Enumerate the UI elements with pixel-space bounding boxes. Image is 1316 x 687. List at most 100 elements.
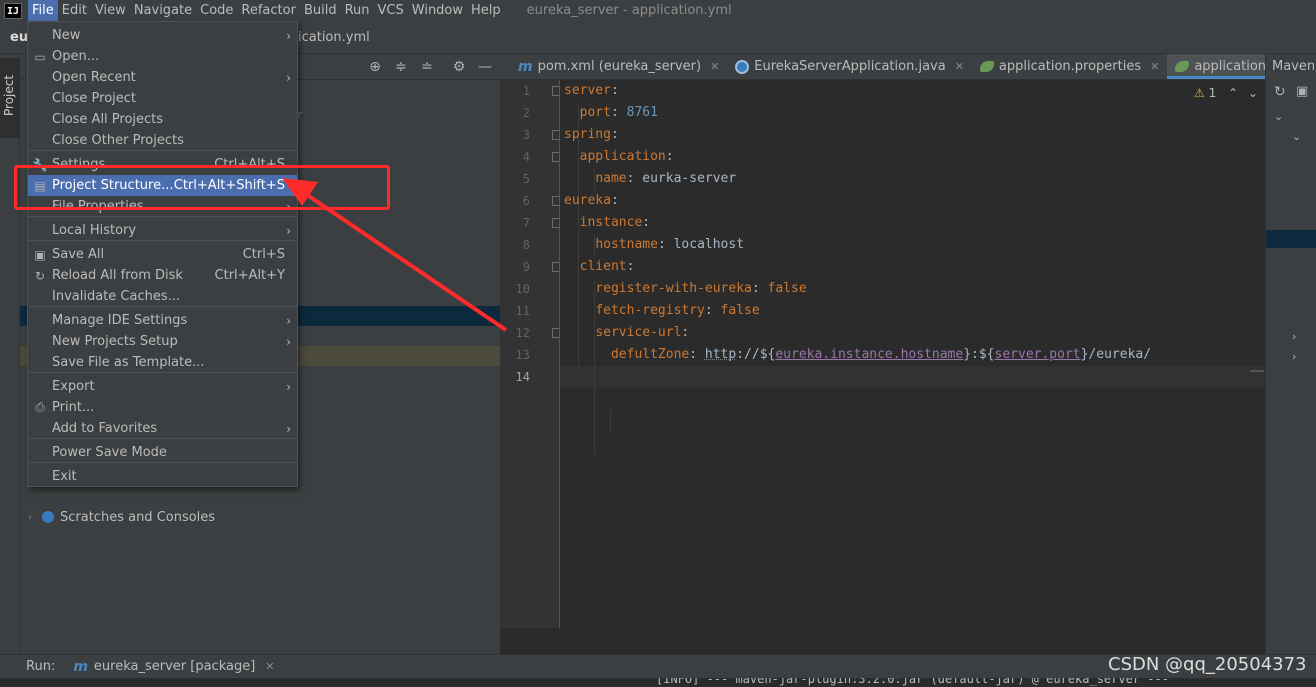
code-line: port: 8761	[564, 102, 658, 124]
gear-icon[interactable]: ⚙	[450, 58, 468, 76]
chevron-down-icon[interactable]: ⌄	[1248, 86, 1258, 100]
project-tool-tab[interactable]: Project	[0, 58, 20, 138]
menu-vcs[interactable]: VCS	[374, 0, 408, 21]
yaml-url: }/eureka/	[1080, 347, 1152, 362]
menu-item-label: Invalidate Caches...	[52, 289, 181, 304]
menu-help[interactable]: Help	[467, 0, 505, 21]
menu-code[interactable]: Code	[196, 0, 237, 21]
console-line: [INFO] --- maven-jar-plugin:3.2.0:jar (d…	[656, 678, 1169, 686]
menu-bar: IJ File Edit View Navigate Code Refactor…	[0, 0, 1316, 21]
menu-navigate[interactable]: Navigate	[130, 0, 196, 21]
chevron-down-icon[interactable]: ⌄	[1274, 110, 1283, 123]
code-line: name: eurka-server	[564, 168, 736, 190]
menu-item-label: Power Save Mode	[52, 445, 167, 460]
chevron-right-icon[interactable]: ›	[1292, 330, 1296, 343]
chevron-right-icon[interactable]: ›	[28, 512, 32, 523]
run-tab-label: eureka_server [package]	[93, 659, 256, 674]
line-number: 9	[522, 260, 530, 274]
menu-item-add-to-favorites[interactable]: Add to Favorites ›	[28, 418, 297, 439]
menu-item-manage-ide-settings[interactable]: Manage IDE Settings ›	[28, 310, 297, 331]
code-editor[interactable]: 1 2 3 4 5 6 7 8 9 10 11 12 13 14 server: port: 8761 sp…	[500, 80, 1265, 654]
menu-item-reload-all-from-disk[interactable]: ↻ Reload All from Disk Ctrl+Alt+Y	[28, 265, 297, 286]
watermark: CSDN @qq_20504373	[1108, 654, 1307, 675]
menu-refactor[interactable]: Refactor	[237, 0, 300, 21]
line-number: 3	[522, 128, 530, 142]
menu-view[interactable]: View	[91, 0, 130, 21]
menu-item-save-all[interactable]: ▣ Save All Ctrl+S	[28, 244, 297, 265]
indent-guide	[610, 410, 611, 432]
tab-pom-xml[interactable]: m pom.xml (eureka_server) ✕	[500, 54, 727, 79]
menu-item-close-project[interactable]: Close Project	[28, 88, 297, 109]
menu-item-save-file-as-template[interactable]: Save File as Template...	[28, 352, 297, 373]
tab-eureka-server-application[interactable]: EurekaServerApplication.java ✕	[727, 54, 972, 79]
maven-tree-selected-row[interactable]	[1266, 230, 1316, 248]
chevron-up-icon[interactable]: ⌃	[1228, 86, 1238, 100]
menu-window[interactable]: Window	[408, 0, 467, 21]
menu-item-new-projects-setup[interactable]: New Projects Setup ›	[28, 331, 297, 352]
refresh-icon[interactable]: ↻	[1274, 84, 1286, 100]
menu-item-close-other-projects[interactable]: Close Other Projects	[28, 130, 297, 151]
yaml-key: service-url	[595, 325, 682, 340]
close-icon[interactable]: ✕	[955, 60, 964, 73]
locate-icon[interactable]: ⊕	[366, 58, 384, 76]
console-output: [INFO] --- maven-jar-plugin:3.2.0:jar (d…	[0, 678, 1316, 687]
menu-item-label: New Projects Setup	[52, 334, 178, 349]
spring-icon	[1175, 61, 1190, 72]
yaml-url: ://${	[736, 347, 776, 362]
add-icon[interactable]: ▣	[1296, 84, 1308, 99]
inspection-widget[interactable]: ⚠ 1 ⌃ ⌄	[1194, 86, 1258, 100]
close-icon[interactable]: ✕	[710, 60, 719, 73]
yaml-key: defultZone	[610, 347, 690, 362]
menu-item-exit[interactable]: Exit	[28, 466, 297, 487]
yaml-key: eureka	[564, 193, 611, 208]
menu-file[interactable]: File	[28, 0, 58, 21]
close-icon[interactable]: ✕	[1150, 60, 1159, 73]
class-icon	[735, 59, 750, 74]
code-area[interactable]: server: port: 8761 spring: application: n…	[560, 80, 1265, 628]
collapse-all-icon[interactable]: ≐	[418, 58, 436, 76]
menu-build[interactable]: Build	[300, 0, 341, 21]
menu-item-close-all-projects[interactable]: Close All Projects	[28, 109, 297, 130]
tab-label: pom.xml (eureka_server)	[537, 59, 702, 74]
maven-panel: Maven ↻ ▣ ⌄ ⌄ › ›	[1265, 54, 1316, 654]
line-number: 5	[522, 172, 530, 186]
close-icon[interactable]: ✕	[265, 660, 274, 673]
chevron-right-icon[interactable]: ›	[1292, 350, 1296, 363]
breadcrumb-file[interactable]: ication.yml	[298, 30, 370, 45]
menu-item-label: Local History	[52, 223, 137, 238]
yaml-key: hostname	[595, 237, 658, 252]
tab-application-properties[interactable]: application.properties ✕	[972, 54, 1167, 79]
menu-item-power-save-mode[interactable]: Power Save Mode	[28, 442, 297, 463]
chevron-right-icon: ›	[286, 421, 291, 436]
menu-item-new[interactable]: New ›	[28, 25, 297, 46]
menu-item-label: Print...	[52, 400, 95, 415]
maven-panel-title[interactable]: Maven	[1272, 59, 1315, 74]
yaml-separator: :	[610, 193, 619, 208]
reload-icon: ↻	[34, 268, 46, 283]
menu-item-open-recent[interactable]: Open Recent ›	[28, 67, 297, 88]
menu-edit[interactable]: Edit	[58, 0, 91, 21]
menu-item-label: Close Other Projects	[52, 133, 184, 148]
minimize-icon[interactable]: —	[476, 58, 494, 76]
menu-item-label: Exit	[52, 469, 77, 484]
menu-item-invalidate-caches[interactable]: Invalidate Caches...	[28, 286, 297, 307]
breadcrumb-project[interactable]: eu	[10, 30, 28, 45]
menu-item-label: Close All Projects	[52, 112, 164, 127]
menu-item-label: Save All	[52, 247, 105, 262]
chevron-down-icon[interactable]: ⌄	[1292, 130, 1301, 143]
run-tab[interactable]: m eureka_server [package] ✕	[73, 659, 274, 675]
menu-item-print[interactable]: ⎙ Print...	[28, 397, 297, 418]
menu-item-export[interactable]: Export ›	[28, 376, 297, 397]
yaml-key: instance	[579, 215, 643, 230]
menu-item-local-history[interactable]: Local History ›	[28, 220, 297, 241]
menu-run[interactable]: Run	[341, 0, 374, 21]
expand-all-icon[interactable]: ≑	[392, 58, 410, 76]
yaml-separator: :	[626, 259, 635, 274]
tab-label: application.properties	[998, 59, 1142, 74]
tree-node-scratches[interactable]: › Scratches and Consoles	[28, 508, 215, 526]
print-icon: ⎙	[35, 400, 45, 414]
maven-icon: m	[518, 58, 533, 75]
menu-item-open[interactable]: ▭ Open...	[28, 46, 297, 67]
yaml-placeholder: server.port	[994, 347, 1081, 362]
